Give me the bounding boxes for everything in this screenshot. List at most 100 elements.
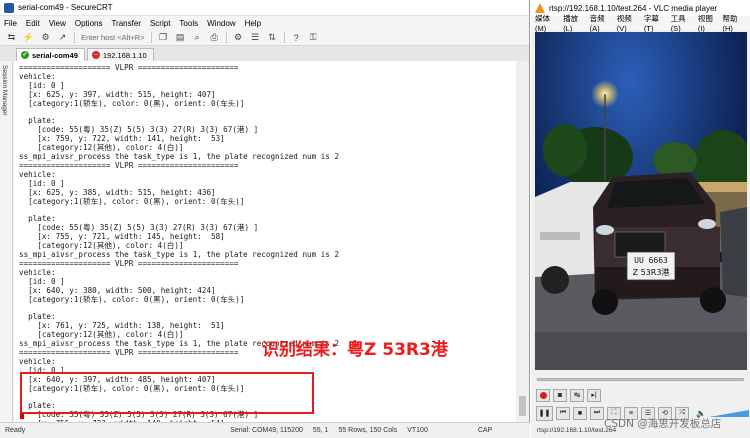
terminal-scrollbar[interactable]: [516, 61, 529, 422]
pause-button[interactable]: ❚❚: [536, 405, 553, 421]
previous-button[interactable]: ⏮: [556, 406, 570, 420]
stop-button[interactable]: ■: [573, 406, 587, 420]
record-button[interactable]: [536, 388, 550, 402]
pause-icon: ❚❚: [538, 410, 551, 417]
menu-subtitle[interactable]: 字幕(T): [644, 13, 665, 33]
terminal-line: vehicle:: [19, 71, 56, 81]
highlight-box: [20, 372, 314, 414]
plate-line-1: UU 6663: [634, 256, 668, 265]
crt-title-bar: serial-com49 - SecureCRT: [0, 0, 529, 16]
vlc-advanced-controls: ◙ ↹ ▸|: [531, 386, 750, 404]
terminal-line: ==================== VLPR ==============…: [19, 258, 239, 268]
status-ready: Ready: [5, 427, 26, 434]
status-term: VT100: [407, 427, 428, 434]
seek-track[interactable]: [537, 377, 744, 381]
connect-icon[interactable]: ⇆: [6, 32, 17, 43]
terminal-text: ==================== VLPR ==============…: [14, 61, 516, 422]
menu-file[interactable]: File: [4, 19, 17, 28]
tab-label: serial-com49: [32, 50, 78, 60]
watermark: CSDN @海思开发板总店: [604, 418, 722, 430]
terminal-line: [category:1(轿车), color: 0(黑), orient: 0(…: [19, 98, 245, 108]
ab-loop-icon: ↹: [574, 392, 580, 399]
sftp-icon[interactable]: ⇅: [267, 32, 278, 43]
menu-edit[interactable]: Edit: [26, 19, 40, 28]
status-size: 55 Rows, 150 Cols: [338, 427, 398, 434]
menu-help[interactable]: 帮助(H): [723, 13, 745, 33]
plate-line-2: Z 53R3港: [633, 267, 670, 277]
help-icon[interactable]: ?: [291, 32, 302, 43]
crt-window-title: serial-com49 - SecureCRT: [18, 3, 113, 12]
terminal-line: vehicle:: [19, 267, 56, 277]
tab-192-168-1-10[interactable]: – 192.168.1.10: [86, 48, 154, 61]
toolbar-divider: [74, 32, 75, 43]
toolbar-divider: [225, 32, 227, 43]
menu-help[interactable]: Help: [245, 19, 261, 28]
paste-icon[interactable]: ▤: [175, 32, 186, 43]
terminal-output[interactable]: ==================== VLPR ==============…: [14, 61, 516, 422]
tab-label: 192.168.1.10: [102, 50, 147, 60]
terminal-line: vehicle:: [19, 169, 56, 179]
menu-audio[interactable]: 音频(A): [590, 13, 611, 33]
status-cursor: 55, 1: [312, 427, 329, 434]
connected-check-icon: ✓: [21, 51, 29, 59]
crt-tab-bar: ✓ serial-com49 – 192.168.1.10: [0, 46, 529, 61]
tab-serial-com49[interactable]: ✓ serial-com49: [16, 48, 85, 61]
crt-status-bar: Ready Serial: COM49, 115200 55, 1 55 Row…: [0, 422, 530, 438]
copy-icon[interactable]: ❐: [158, 32, 169, 43]
terminal-cursor: [20, 414, 24, 419]
host-input[interactable]: Enter host <Alt+R>: [81, 33, 145, 42]
toolbar-divider: [150, 32, 152, 43]
menu-options[interactable]: Options: [75, 19, 103, 28]
menu-script[interactable]: Script: [150, 19, 170, 28]
scrollbar-thumb[interactable]: [519, 396, 526, 416]
vlc-window: rtsp://192.168.1.10/test.264 - VLC media…: [531, 0, 750, 438]
skip-forward-icon: ⏭: [593, 409, 601, 416]
recognition-result-annotation: 识别结果：粤Z 53R3港: [262, 340, 448, 360]
menu-view[interactable]: 视图(I): [698, 13, 717, 33]
settings-icon[interactable]: ⚙: [233, 32, 244, 43]
menu-media[interactable]: 媒体(M): [535, 13, 557, 33]
reconnect-icon[interactable]: ⚡: [23, 32, 34, 43]
disconnect-icon[interactable]: ⚙: [40, 32, 51, 43]
menu-playback[interactable]: 播放(L): [563, 13, 583, 33]
key-icon[interactable]: ⚿: [308, 32, 319, 43]
global-options-icon[interactable]: ☰: [250, 32, 261, 43]
terminal-line: [category:1(轿车), color: 0(黑), orient: 0(…: [19, 196, 245, 206]
snapshot-button[interactable]: ◙: [553, 388, 567, 402]
menu-view[interactable]: View: [49, 19, 66, 28]
menu-transfer[interactable]: Transfer: [111, 19, 141, 28]
video-frame[interactable]: UU 6663 Z 53R3港: [535, 32, 747, 370]
terminal-line: ==================== VLPR ==============…: [19, 160, 239, 170]
vlc-menu-bar: 媒体(M) 播放(L) 音频(A) 视频(V) 字幕(T) 工具(S) 视图(I…: [531, 13, 750, 33]
find-icon[interactable]: ⌕: [192, 32, 203, 43]
seek-bar[interactable]: [531, 372, 750, 386]
crt-toolbar: ⇆ ⚡ ⚙ ↗ Enter host <Alt+R> ❐ ▤ ⌕ ⎙ ⚙ ☰ ⇅…: [0, 30, 529, 46]
securecrt-app-icon: [4, 2, 14, 13]
toolbar-divider: [283, 32, 285, 43]
session-manager-panel[interactable]: Session Manager: [0, 61, 13, 422]
next-button[interactable]: ⏭: [590, 406, 604, 420]
terminal-line: [category:1(轿车), color: 0(黑), orient: 0(…: [19, 294, 245, 304]
night-parking-scene: UU 6663 Z 53R3港: [535, 32, 747, 370]
print-icon[interactable]: ⎙: [209, 32, 220, 43]
record-icon: [539, 391, 547, 399]
securecrt-window: serial-com49 - SecureCRT File Edit View …: [0, 0, 530, 438]
status-caps: CAP: [477, 427, 493, 434]
menu-video[interactable]: 视频(V): [617, 13, 638, 33]
status-connection: Serial: COM49, 115200: [230, 427, 303, 434]
frame-step-button[interactable]: ▸|: [587, 388, 601, 402]
camera-icon: ◙: [557, 391, 563, 399]
menu-tools[interactable]: 工具(S): [671, 13, 692, 33]
quick-connect-icon[interactable]: ↗: [57, 32, 68, 43]
ab-loop-button[interactable]: ↹: [570, 388, 584, 402]
skip-back-icon: ⏮: [559, 409, 567, 416]
session-manager-label: Session Manager: [1, 65, 8, 116]
stop-icon: ■: [577, 409, 583, 417]
terminal-line: ==================== VLPR ==============…: [19, 63, 239, 72]
crt-menu-bar: File Edit View Options Transfer Script T…: [0, 16, 529, 30]
menu-window[interactable]: Window: [207, 19, 235, 28]
menu-tools[interactable]: Tools: [179, 19, 198, 28]
